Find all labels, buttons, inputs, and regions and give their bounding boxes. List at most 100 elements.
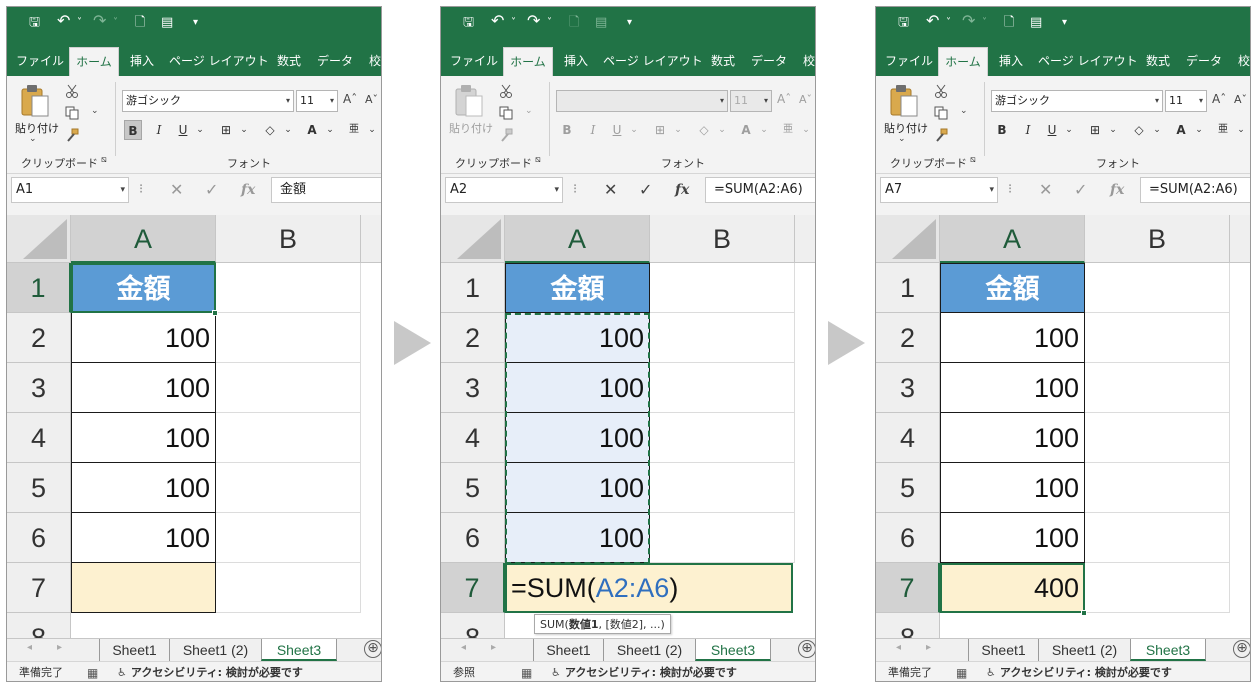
cell-a5[interactable]: 100 — [505, 463, 650, 513]
cell-b6[interactable] — [216, 513, 361, 563]
cell-b1[interactable] — [216, 263, 361, 313]
row-header-2[interactable]: 2 — [441, 313, 505, 363]
cell-b3[interactable] — [1085, 363, 1230, 413]
cell-a6[interactable]: 100 — [505, 513, 650, 563]
chevron-down-icon[interactable]: ⌄ — [1104, 120, 1122, 140]
tab-page-layout[interactable]: ページ レイアウト — [603, 47, 703, 76]
sheet-tab-sheet1[interactable]: Sheet1 — [99, 639, 169, 661]
name-box[interactable]: A2 ▾ — [445, 177, 563, 203]
cell-a4[interactable]: 100 — [940, 413, 1085, 463]
print-preview-icon[interactable]: 🗋 — [569, 14, 579, 32]
form-icon[interactable]: ▤ — [161, 14, 173, 32]
cell-b2[interactable] — [1085, 313, 1230, 363]
chevron-down-icon[interactable]: ⌄ — [625, 120, 643, 140]
redo-icon[interactable]: ↷ — [527, 12, 540, 30]
row-header-6[interactable]: 6 — [7, 513, 71, 563]
row-header-4[interactable]: 4 — [876, 413, 940, 463]
grow-font-icon[interactable]: Aˆ — [1212, 92, 1226, 106]
sheet-prev-icon[interactable]: ◂ — [461, 642, 466, 653]
column-header-c[interactable] — [361, 215, 381, 263]
row-header-7[interactable]: 7 — [7, 563, 71, 613]
grow-font-icon[interactable]: Aˆ — [343, 92, 357, 106]
chevron-down-icon[interactable]: ⌄ — [1148, 120, 1166, 140]
cell-b4[interactable] — [650, 413, 795, 463]
chevron-down-icon[interactable]: ⌄ — [29, 134, 37, 144]
clipboard-icon[interactable] — [455, 84, 485, 118]
clipboard-icon[interactable] — [890, 84, 920, 118]
sheet-tab-sheet1-2[interactable]: Sheet1 (2) — [169, 639, 261, 661]
phonetic-icon[interactable]: 亜 — [779, 120, 797, 140]
formula-input[interactable]: =SUM(A2:A6) — [1140, 177, 1250, 203]
chevron-down-icon[interactable]: ⌄ — [91, 106, 99, 116]
chevron-down-icon[interactable]: ⌄ — [960, 106, 968, 116]
cell-b5[interactable] — [216, 463, 361, 513]
tab-insert[interactable]: 挿入 — [557, 47, 595, 76]
dialog-launcher-icon[interactable]: ⧅ — [101, 155, 107, 165]
bold-button[interactable]: B — [558, 120, 576, 140]
row-header-1[interactable]: 1 — [441, 263, 505, 313]
tab-file[interactable]: ファイル — [884, 47, 934, 76]
cell-a3[interactable]: 100 — [940, 363, 1085, 413]
paste-label[interactable]: 貼り付け — [884, 120, 928, 136]
qat-customize-icon[interactable]: ▾ — [627, 14, 632, 32]
tab-formulas[interactable]: 数式 — [1138, 47, 1178, 76]
undo-icon[interactable]: ↶ — [491, 12, 504, 30]
format-painter-icon[interactable] — [65, 128, 79, 142]
dialog-launcher-icon[interactable]: ⧅ — [535, 155, 541, 165]
cell-a2[interactable]: 100 — [71, 313, 216, 363]
sheet-tab-sheet1-2[interactable]: Sheet1 (2) — [603, 639, 695, 661]
chevron-down-icon[interactable]: ⌄ — [235, 120, 253, 140]
form-icon[interactable]: ▤ — [1030, 14, 1042, 32]
macro-record-icon[interactable]: ▦ — [521, 662, 532, 681]
chevron-down-icon[interactable]: ⌄ — [279, 120, 297, 140]
print-preview-icon[interactable]: 🗋 — [1004, 14, 1014, 32]
border-icon[interactable]: ⊞ — [217, 120, 235, 140]
paste-label[interactable]: 貼り付け — [449, 120, 493, 136]
sheet-tab-sheet1-2[interactable]: Sheet1 (2) — [1038, 639, 1130, 661]
checkmark-icon[interactable]: ✓ — [205, 180, 218, 199]
chevron-down-icon[interactable]: ▾ — [554, 178, 559, 202]
column-header-c[interactable] — [1230, 215, 1250, 263]
cell-b2[interactable] — [216, 313, 361, 363]
fill-handle[interactable] — [1081, 610, 1087, 616]
cell-a1[interactable]: 金額 — [71, 263, 216, 313]
fill-handle[interactable] — [212, 310, 218, 316]
cell-b4[interactable] — [1085, 413, 1230, 463]
row-header-8[interactable]: 8 — [876, 613, 940, 638]
qat-customize-icon[interactable]: ▾ — [193, 14, 198, 32]
qat-customize-icon[interactable]: ▾ — [1062, 14, 1067, 32]
tab-review[interactable]: 校 — [797, 47, 815, 76]
chevron-down-icon[interactable]: ⌄ — [669, 120, 687, 140]
tab-insert[interactable]: 挿入 — [992, 47, 1030, 76]
border-icon[interactable]: ⊞ — [651, 120, 669, 140]
tab-review[interactable]: 校 — [363, 47, 381, 76]
tab-file[interactable]: ファイル — [449, 47, 499, 76]
cell-b1[interactable] — [650, 263, 795, 313]
tab-data[interactable]: データ — [1182, 47, 1226, 76]
formula-input[interactable]: =SUM(A2:A6) — [705, 177, 815, 203]
font-name-box[interactable]: 游ゴシック ▾ — [122, 90, 294, 112]
sheet-tab-sheet3[interactable]: Sheet3 — [695, 639, 771, 661]
sheet-next-icon[interactable]: ▸ — [491, 642, 496, 653]
row-header-8[interactable]: 8 — [7, 613, 71, 638]
paste-label[interactable]: 貼り付け — [15, 120, 59, 136]
undo-icon[interactable]: ↶ — [926, 12, 939, 30]
cell-b5[interactable] — [650, 463, 795, 513]
row-header-5[interactable]: 5 — [876, 463, 940, 513]
name-box[interactable]: A7 ▾ — [880, 177, 998, 203]
select-all-button[interactable] — [7, 215, 71, 263]
checkmark-icon[interactable]: ✓ — [1074, 180, 1087, 199]
chevron-down-icon[interactable]: ⌄ — [713, 120, 731, 140]
accessibility-status[interactable]: ♿︎ アクセシビリティ: 検討が必要です — [117, 662, 303, 681]
copy-icon[interactable] — [499, 106, 513, 120]
bold-button[interactable]: B — [993, 120, 1011, 140]
fill-color-icon[interactable]: ◇ — [261, 120, 279, 140]
cell-a5[interactable]: 100 — [940, 463, 1085, 513]
row-header-5[interactable]: 5 — [441, 463, 505, 513]
sheet-tab-sheet1[interactable]: Sheet1 — [533, 639, 603, 661]
sheet-next-icon[interactable]: ▸ — [57, 642, 62, 653]
chevron-down-icon[interactable]: ⌄ — [898, 134, 906, 144]
chevron-down-icon[interactable]: ⌄ — [1190, 120, 1208, 140]
row-header-4[interactable]: 4 — [7, 413, 71, 463]
italic-button[interactable]: I — [150, 120, 168, 140]
